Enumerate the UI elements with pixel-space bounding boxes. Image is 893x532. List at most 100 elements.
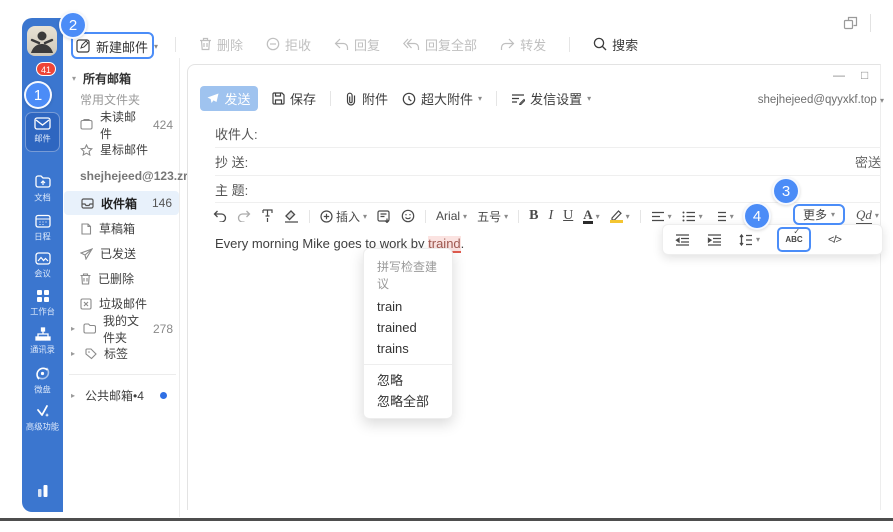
rail-item-label: 高级功能 xyxy=(24,421,62,433)
underline-button[interactable]: U xyxy=(563,208,573,224)
trash-icon xyxy=(199,37,212,51)
save-icon xyxy=(272,92,285,105)
font-size-select[interactable]: 五号▾ xyxy=(477,208,508,225)
ignore-all-item[interactable]: 忽略全部 xyxy=(364,391,452,412)
forward-icon xyxy=(500,38,515,51)
bcc-toggle[interactable]: 密送 xyxy=(855,152,881,171)
advanced-features-icon xyxy=(22,404,63,418)
suggestion-item[interactable]: trains xyxy=(364,338,452,359)
send-button[interactable]: 发送 xyxy=(200,86,258,111)
signature-button[interactable]: Qd ▾ xyxy=(856,207,879,224)
insert-menu-button[interactable]: 插入 ▾ xyxy=(320,208,367,225)
highlight-pen-icon xyxy=(610,209,623,223)
reject-button[interactable]: 拒收 xyxy=(266,35,311,54)
indent-button[interactable] xyxy=(707,234,722,246)
forward-button[interactable]: 转发 xyxy=(500,35,546,54)
redo-button[interactable] xyxy=(237,210,251,222)
delete-button[interactable]: 删除 xyxy=(199,35,243,54)
attachment-button[interactable]: 附件 xyxy=(345,89,388,108)
popout-window-icon[interactable] xyxy=(843,16,858,31)
align-button[interactable]: ▾ xyxy=(651,211,672,222)
sidebar-item-unread[interactable]: 未读邮件 424 xyxy=(63,112,180,137)
rail-item-advanced[interactable]: 高级功能 xyxy=(22,404,63,433)
italic-button[interactable]: I xyxy=(548,208,553,224)
large-attachment-button[interactable]: 超大附件 ▾ xyxy=(402,89,482,108)
rail-item-stats[interactable] xyxy=(22,484,63,497)
line-spacing-button[interactable]: ▾ xyxy=(739,234,760,246)
reply-all-icon xyxy=(403,38,420,51)
chevron-down-icon: ▾ xyxy=(756,235,760,244)
toolbar-separator xyxy=(175,37,176,52)
toolbar-separator xyxy=(425,210,426,223)
suggestion-item[interactable]: trained xyxy=(364,317,452,338)
junk-icon xyxy=(80,298,92,310)
search-icon xyxy=(593,37,607,51)
sidebar-item-inbox[interactable]: 收件箱 146 xyxy=(64,191,179,215)
bullet-list-button[interactable]: ▾ xyxy=(682,211,703,222)
more-button[interactable]: 更多 ▾ xyxy=(793,204,845,225)
annotation-1: 1 xyxy=(24,81,52,109)
outdent-button[interactable] xyxy=(675,234,690,246)
unread-count: 424 xyxy=(153,118,173,132)
subject-label: 主 题: xyxy=(215,180,248,199)
reply-button[interactable]: 回复 xyxy=(334,35,380,54)
font-color-button[interactable]: A▾ xyxy=(583,209,599,224)
block-icon xyxy=(266,37,280,51)
send-settings-button[interactable]: 发信设置 ▾ xyxy=(511,89,591,108)
sidebar-item-starred[interactable]: 星标邮件 xyxy=(63,137,180,162)
large-attachment-icon xyxy=(402,92,416,106)
all-mailboxes-header[interactable]: ▾ 所有邮箱 xyxy=(63,62,180,88)
to-field-row[interactable]: 收件人: xyxy=(215,120,881,148)
compose-window-controls: — □ xyxy=(833,68,868,82)
sidebar-item-public-mailbox[interactable]: ▸ 公共邮箱•4 xyxy=(63,383,180,408)
numbered-list-button[interactable]: ▾ xyxy=(713,211,734,222)
rail-item-meeting[interactable]: 会议 xyxy=(22,252,63,280)
spellcheck-button-highlight[interactable]: ABC xyxy=(777,227,811,252)
cc-label: 抄 送: xyxy=(215,152,248,171)
sidebar-item-tags[interactable]: ▸ 标签 xyxy=(63,341,180,366)
toolbar-separator xyxy=(518,210,519,223)
caret-right-icon[interactable]: ▸ xyxy=(71,349,78,358)
sidebar-item-my-folders[interactable]: ▸ 我的文件夹 278 xyxy=(63,316,180,341)
sidebar-item-sent[interactable]: 已发送 xyxy=(63,241,180,266)
notification-dot xyxy=(160,392,167,399)
calendar-icon xyxy=(22,214,63,228)
rail-item-contacts[interactable]: 通讯录 xyxy=(22,327,63,356)
save-button[interactable]: 保存 xyxy=(272,89,316,108)
reply-all-button[interactable]: 回复全部 xyxy=(403,35,477,54)
chevron-down-icon: ▾ xyxy=(730,212,734,221)
rail-item-docs[interactable]: 文档 xyxy=(22,175,63,204)
rail-item-drive[interactable]: 微盘 xyxy=(22,366,63,396)
search-button[interactable]: 搜索 xyxy=(593,35,638,54)
unread-mail-icon xyxy=(80,119,93,130)
caret-right-icon[interactable]: ▸ xyxy=(71,391,78,400)
source-code-button[interactable]: </> xyxy=(828,234,841,246)
maximize-button[interactable]: □ xyxy=(861,68,868,82)
emoji-button[interactable] xyxy=(401,209,415,223)
compose-toolbar: 保存 附件 超大附件 ▾ 发信设置 ▾ xyxy=(272,86,591,111)
from-account-selector[interactable]: shejhejeed@qyyxkf.top ▾ xyxy=(700,94,884,106)
rail-item-workbench[interactable]: 工作台 xyxy=(22,289,63,318)
cc-field-row[interactable]: 抄 送: 密送 xyxy=(215,148,881,176)
inbox-icon xyxy=(81,198,94,209)
caret-right-icon[interactable]: ▸ xyxy=(71,324,76,333)
undo-button[interactable] xyxy=(213,210,227,222)
sidebar-item-deleted[interactable]: 已删除 xyxy=(63,266,180,291)
chevron-down-icon: ▾ xyxy=(880,96,884,105)
highlight-button[interactable]: ▾ xyxy=(610,209,630,223)
bold-button[interactable]: B xyxy=(529,208,538,224)
format-painter-button[interactable] xyxy=(261,209,274,223)
suggestion-item[interactable]: train xyxy=(364,296,452,317)
mail-icon xyxy=(22,117,63,130)
ignore-item[interactable]: 忽略 xyxy=(364,370,452,391)
rail-item-calendar[interactable]: 日程 xyxy=(22,214,63,243)
rail-item-mail[interactable]: 邮件 xyxy=(22,117,63,145)
template-button[interactable] xyxy=(377,210,391,223)
sidebar-item-drafts[interactable]: 草稿箱 xyxy=(63,216,180,241)
account-section-label[interactable]: shejhejeed@123.zr... xyxy=(63,162,180,190)
chevron-down-icon: ▾ xyxy=(504,212,508,221)
font-family-select[interactable]: Arial▾ xyxy=(436,209,467,223)
clear-format-button[interactable] xyxy=(284,210,299,223)
minimize-button[interactable]: — xyxy=(833,68,845,82)
avatar[interactable] xyxy=(27,26,57,56)
